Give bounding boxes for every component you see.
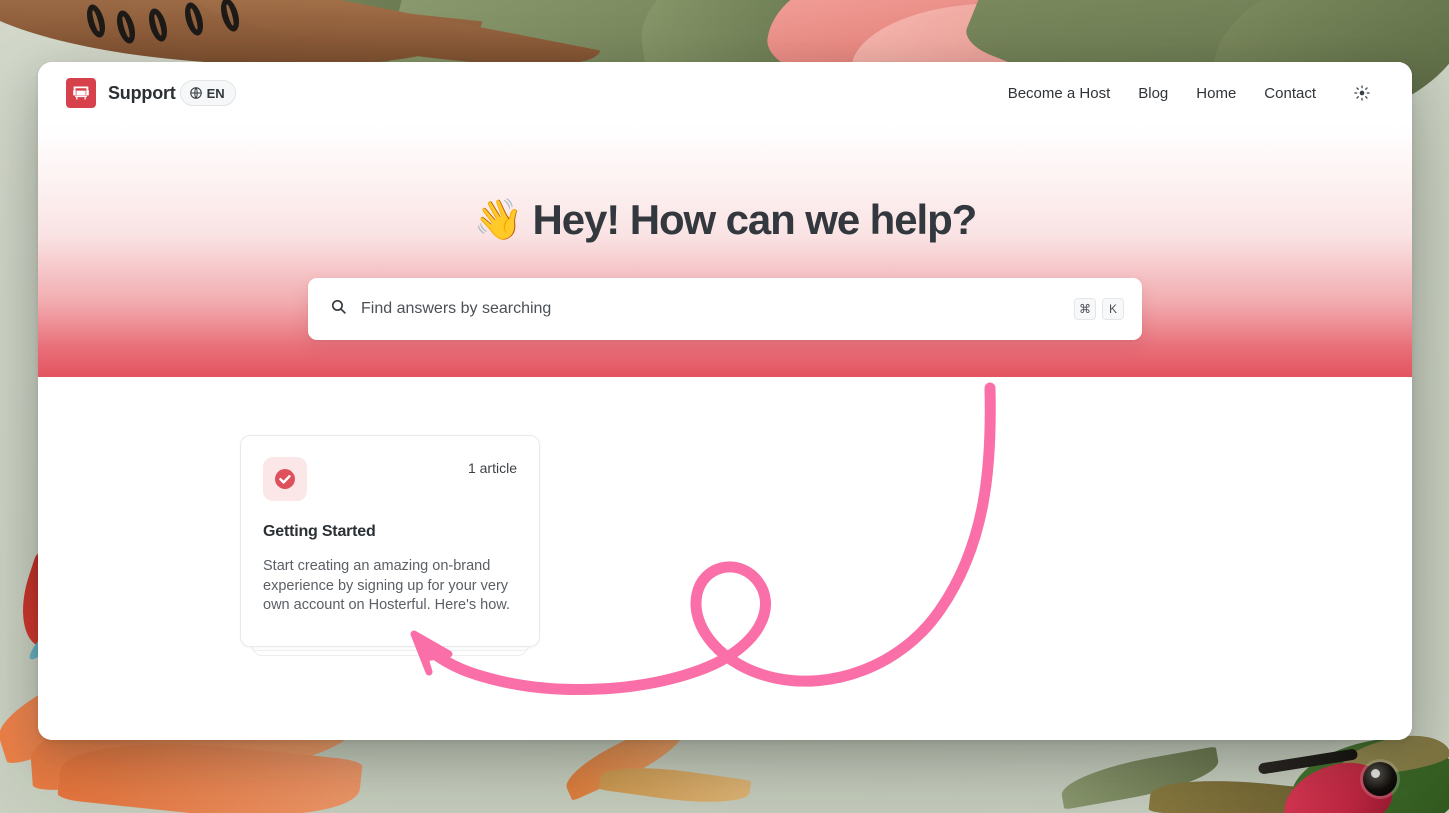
check-circle-icon [263, 457, 307, 501]
search-placeholder: Find answers by searching [361, 300, 552, 317]
kbd-k: K [1102, 298, 1124, 320]
globe-icon [189, 86, 203, 100]
kbd-command: ⌘ [1074, 298, 1096, 320]
language-selector[interactable]: EN [179, 80, 236, 106]
armchair-logo-icon [66, 78, 96, 108]
collection-card-getting-started[interactable]: 1 article Getting Started Start creating… [240, 435, 540, 647]
main-navigation: Become a Host Blog Home Contact [1008, 81, 1374, 105]
search-input[interactable]: Find answers by searching ⌘ K [308, 278, 1142, 340]
hero-section: 👋 Hey! How can we help? Find answers by … [38, 124, 1412, 377]
page-title: 👋 Hey! How can we help? [473, 196, 978, 244]
article-count: 1 article [467, 460, 517, 476]
collections-section: 1 article Getting Started Start creating… [38, 377, 1412, 740]
waving-hand-emoji: 👋 [473, 198, 524, 242]
brand-name: Support [108, 82, 176, 103]
search-icon [330, 298, 347, 320]
card-description: Start creating an amazing on-brand exper… [263, 558, 510, 614]
site-header: Support EN Become a Host Blog Home Conta… [38, 62, 1412, 124]
nav-item-contact[interactable]: Contact [1264, 85, 1316, 102]
nav-item-blog[interactable]: Blog [1138, 85, 1168, 102]
brand[interactable]: Support [66, 78, 176, 108]
search-shortcut: ⌘ K [1074, 298, 1124, 320]
sun-icon[interactable] [1350, 81, 1374, 105]
language-label: EN [206, 85, 225, 101]
card-title: Getting Started [263, 523, 376, 540]
browser-window: Support EN Become a Host Blog Home Conta… [38, 62, 1412, 740]
collection-card-stack: 1 article Getting Started Start creating… [240, 435, 540, 656]
desktop-background: Support EN Become a Host Blog Home Conta… [0, 0, 1449, 813]
nav-item-become-a-host[interactable]: Become a Host [1008, 85, 1111, 102]
page-title-text: Hey! How can we help? [532, 196, 978, 243]
card-header: 1 article [263, 457, 517, 501]
nav-item-home[interactable]: Home [1196, 85, 1236, 102]
